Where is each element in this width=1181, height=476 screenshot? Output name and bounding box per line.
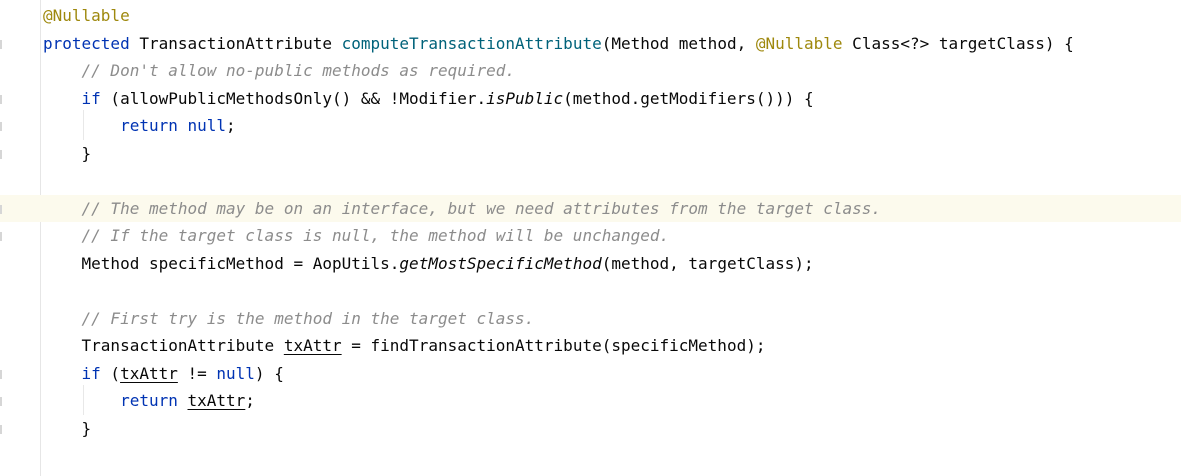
code-token: TransactionAttribute [43, 336, 284, 355]
code-token: txAttr [187, 391, 246, 410]
code-token: (method, targetClass); [601, 253, 814, 273]
code-text: // If the target class is null, the meth… [43, 222, 670, 250]
code-token: } [43, 418, 92, 438]
gutter-marker [0, 204, 2, 214]
code-line[interactable]: } [0, 140, 1181, 168]
code-line[interactable]: // The method may be on an interface, bu… [0, 194, 1181, 223]
code-token: ( [100, 363, 121, 383]
code-text: // First try is the method in the target… [43, 305, 535, 333]
code-token: ) { [254, 363, 284, 383]
code-token: isPublic [486, 88, 564, 108]
code-line[interactable] [0, 442, 1181, 470]
code-token: (allowPublicMethodsOnly() && !Modifier. [100, 88, 487, 108]
code-line[interactable]: if (allowPublicMethodsOnly() && !Modifie… [0, 85, 1181, 113]
code-text: } [43, 140, 92, 168]
code-token: ; [226, 116, 236, 135]
code-text: if (txAttr != null) { [43, 360, 284, 388]
code-token: return [120, 116, 178, 135]
code-token: @Nullable [755, 33, 843, 53]
code-token: getMostSpecificMethod [399, 253, 602, 273]
code-token: txAttr [283, 336, 342, 355]
gutter-marker [0, 149, 2, 159]
gutter-marker [0, 232, 2, 241]
code-line[interactable]: return txAttr; [0, 387, 1181, 415]
code-line[interactable]: TransactionAttribute txAttr = findTransa… [0, 332, 1181, 360]
code-text: // Don't allow no-public methods as requ… [43, 57, 515, 85]
code-line[interactable]: return null; [0, 112, 1181, 140]
code-token: txAttr [120, 363, 178, 383]
gutter-marker [0, 122, 2, 131]
code-token: // If the target class is null, the meth… [43, 226, 670, 245]
gutter-marker [0, 397, 2, 406]
code-line[interactable]: // [0, 470, 1181, 476]
code-line[interactable]: // If the target class is null, the meth… [0, 222, 1181, 250]
code-token: TransactionAttribute [129, 33, 342, 53]
code-token: = findTransactionAttribute(specificMetho… [341, 336, 766, 355]
code-token: computeTransactionAttribute [341, 33, 602, 53]
code-text: @Nullable [43, 2, 130, 30]
code-token: (method.getModifiers())) { [563, 88, 814, 108]
code-token: // The method may be on an interface, bu… [43, 198, 882, 218]
code-line[interactable]: protected TransactionAttribute computeTr… [0, 30, 1181, 58]
code-token: } [43, 143, 92, 163]
code-text: Method specificMethod = AopUtils.getMost… [43, 250, 814, 278]
code-text: return null; [43, 112, 236, 140]
code-token: return [120, 391, 178, 410]
code-text: protected TransactionAttribute computeTr… [43, 30, 1074, 58]
code-token: // First try is the method in the target… [43, 308, 535, 328]
code-text: // The method may be on an interface, bu… [43, 195, 882, 223]
code-token: if [81, 88, 101, 108]
code-token: != [177, 363, 217, 383]
code-token: protected [43, 33, 130, 53]
code-line[interactable] [0, 167, 1181, 195]
code-token: @Nullable [43, 6, 130, 25]
code-text: if (allowPublicMethodsOnly() && !Modifie… [43, 85, 814, 113]
code-line[interactable]: @Nullable [0, 2, 1181, 30]
code-line[interactable]: } [0, 415, 1181, 443]
code-text: } [43, 415, 92, 443]
code-token: // Don't allow no-public methods as requ… [43, 61, 516, 80]
gutter-marker [0, 94, 2, 104]
code-token: Class<?> targetClass) { [842, 33, 1074, 53]
code-line[interactable]: // First try is the method in the target… [0, 305, 1181, 333]
gutter-marker [0, 369, 2, 379]
code-line[interactable] [0, 277, 1181, 305]
code-token: null [216, 363, 255, 383]
code-text: TransactionAttribute txAttr = findTransa… [43, 332, 766, 360]
code-token: null [187, 116, 227, 135]
code-editor[interactable]: @Nullable protected TransactionAttribute … [0, 0, 1181, 476]
code-text: return txAttr; [43, 387, 255, 415]
code-line[interactable]: // Don't allow no-public methods as requ… [0, 57, 1181, 85]
code-token: if [81, 363, 101, 383]
code-token: Method specificMethod = AopUtils. [43, 253, 400, 273]
code-text: // [43, 470, 101, 476]
gutter-marker [0, 39, 2, 49]
gutter-marker [0, 424, 2, 434]
code-line[interactable]: if (txAttr != null) { [0, 360, 1181, 388]
code-line[interactable]: Method specificMethod = AopUtils.getMost… [0, 250, 1181, 278]
code-token: (Method method, [601, 33, 756, 53]
code-token: ; [245, 391, 255, 410]
